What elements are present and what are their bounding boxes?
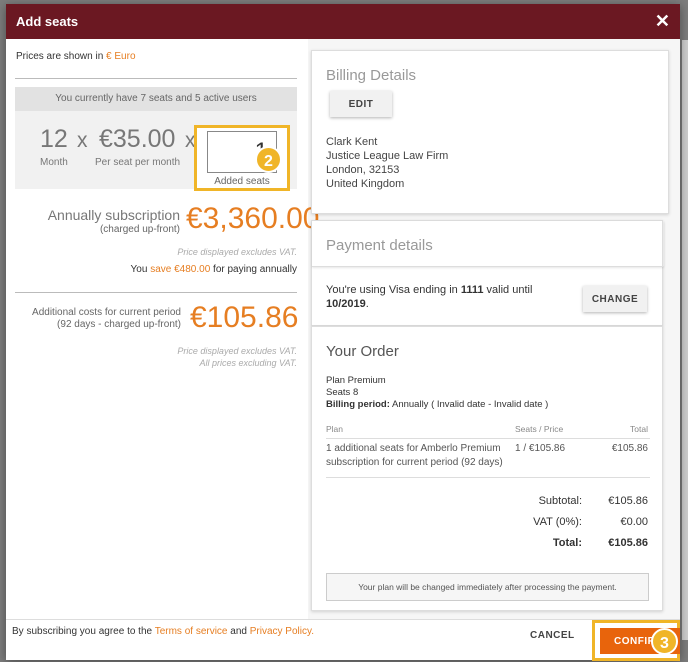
seats-label: Seats <box>326 387 351 398</box>
vat-note: Price displayed excludes VAT. <box>177 346 297 356</box>
savings-prefix: You <box>130 264 148 275</box>
billing-details-card: Billing Details EDIT Clark Kent Justice … <box>311 50 669 214</box>
card-last4: 1111 <box>460 284 484 296</box>
change-payment-button[interactable]: CHANGE <box>583 286 647 312</box>
add-seats-dialog: Add seats ✕ Prices are shown in € Euro Y… <box>6 4 680 661</box>
plan-value: Premium <box>347 375 386 386</box>
agree-and: and <box>230 626 247 637</box>
order-row-total: €105.86 <box>611 443 648 454</box>
seat-calculator-panel: Prices are shown in € Euro You currently… <box>6 39 319 619</box>
dialog-content: Prices are shown in € Euro You currently… <box>6 39 680 619</box>
payment-header: Payment details <box>312 221 664 267</box>
subtotal-label: Subtotal: <box>538 495 582 507</box>
order-plan-info: Plan Premium Seats 8 Billing period: Ann… <box>326 375 548 411</box>
plan-label: Plan <box>326 375 346 386</box>
close-icon[interactable]: ✕ <box>655 12 670 30</box>
cancel-button[interactable]: CANCEL <box>530 630 575 641</box>
additional-costs-label: Additional costs for current period (92 … <box>32 307 181 331</box>
confirm-highlight: CONFIRM 3 <box>592 620 680 661</box>
col-seats-header: Seats / Price <box>515 424 564 434</box>
background-panel <box>682 40 688 640</box>
annual-subscription-title: Annually subscription <box>47 207 180 223</box>
col-total-header: Total <box>630 424 648 434</box>
added-seats-label: Added seats <box>214 176 270 187</box>
table-divider <box>326 438 650 439</box>
subtotal-value: €105.86 <box>608 495 648 507</box>
added-seats-highlight: Added seats 2 <box>194 125 290 191</box>
vat-note: Price displayed excludes VAT. <box>177 247 297 257</box>
terms-agreement: By subscribing you agree to the Terms of… <box>12 626 314 637</box>
months-value: 12 <box>40 125 68 153</box>
billing-company: Justice League Law Firm <box>326 150 449 162</box>
order-row-seats: 1 / €105.86 <box>515 443 566 454</box>
billing-country: United Kingdom <box>326 178 405 190</box>
payment-details-card: Payment details You're using Visa ending… <box>311 220 664 326</box>
additional-costs-sub: (92 days - charged up-front) <box>57 319 181 330</box>
billing-period-label: Billing period: <box>326 399 390 410</box>
payment-text-suffix: . <box>365 298 369 310</box>
billing-period-value: Annually ( Invalid date - Invalid date ) <box>391 399 549 410</box>
your-order-card: Your Order Plan Premium Seats 8 Billing … <box>311 326 663 611</box>
dialog-footer: By subscribing you agree to the Terms of… <box>6 619 680 661</box>
current-seats-info: You currently have 7 seats and 5 active … <box>15 87 297 111</box>
table-divider <box>326 477 650 478</box>
step-badge-2: 2 <box>255 146 282 173</box>
payment-card-info: You're using Visa ending in 1111 valid u… <box>326 283 566 311</box>
price-per-seat-value: €35.00 <box>99 125 176 153</box>
additional-costs-title: Additional costs for current period <box>32 307 181 318</box>
order-row-description: 1 additional seats for Amberlo Premium s… <box>326 443 503 468</box>
annual-subscription-price: €3,360.00 <box>186 202 320 235</box>
currency-note: Prices are shown in € Euro <box>16 51 136 62</box>
price-per-seat-label: Per seat per month <box>95 157 181 168</box>
billing-city: London, 32153 <box>326 164 400 176</box>
annual-savings: You save €480.00 for paying annually <box>131 264 297 275</box>
plan-change-notice: Your plan will be changed immediately af… <box>326 573 649 601</box>
seats-value: 8 <box>352 387 359 398</box>
vat-label: VAT (0%): <box>533 516 582 528</box>
card-valid-until: 10/2019 <box>326 298 366 310</box>
payment-text-mid: valid until <box>486 284 533 296</box>
annual-subscription-sub: (charged up-front) <box>99 224 180 235</box>
dialog-titlebar: Add seats ✕ <box>6 4 680 39</box>
currency-note-label: Prices are shown in <box>16 51 104 62</box>
savings-amount: save €480.00 <box>150 264 211 275</box>
dialog-title: Add seats <box>16 14 79 29</box>
terms-of-service-link[interactable]: Terms of service <box>155 626 228 637</box>
edit-billing-button[interactable]: EDIT <box>330 91 392 117</box>
payment-text-prefix: You're using Visa ending in <box>326 284 458 296</box>
divider <box>15 292 297 293</box>
order-title: Your Order <box>326 343 399 360</box>
total-value: €105.86 <box>608 537 648 549</box>
currency-link[interactable]: € Euro <box>106 51 135 62</box>
additional-costs-price: €105.86 <box>190 301 299 334</box>
agree-prefix: By subscribing you agree to the <box>12 626 153 637</box>
months-label: Month <box>40 157 68 168</box>
vat-note: All prices excluding VAT. <box>199 358 297 368</box>
billing-address: Clark Kent Justice League Law Firm Londo… <box>326 135 448 191</box>
vat-value: €0.00 <box>620 516 648 528</box>
billing-name: Clark Kent <box>326 136 378 148</box>
step-badge-3: 3 <box>651 628 678 655</box>
billing-details-title: Billing Details <box>326 67 417 84</box>
privacy-policy-link[interactable]: Privacy Policy. <box>250 626 314 637</box>
multiply-sign-1: x <box>77 129 88 152</box>
divider <box>15 78 297 79</box>
savings-suffix: for paying annually <box>213 264 297 275</box>
payment-details-title: Payment details <box>326 237 433 254</box>
total-label: Total: <box>552 537 582 549</box>
col-plan-header: Plan <box>326 424 344 434</box>
